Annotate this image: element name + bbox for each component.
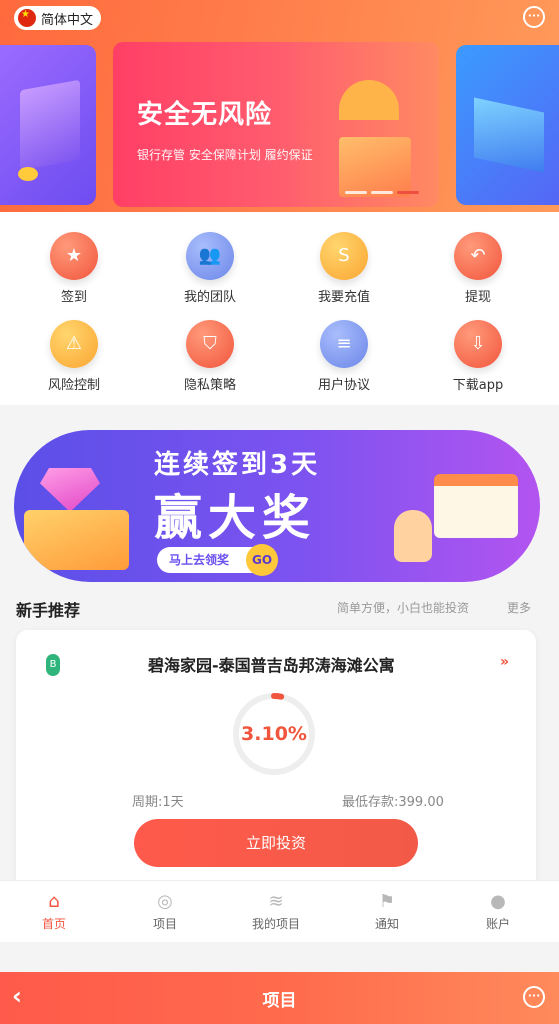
grid-glyph: ⇩ — [470, 333, 486, 354]
banner-slide-main[interactable]: 安全无风险 银行存管 安全保障计划 履约保证 — [113, 42, 439, 207]
grid-item-label: 风险控制 — [47, 378, 100, 393]
tab-user[interactable]: ● 账户 — [448, 891, 548, 932]
grid-item-label: 我要充值 — [317, 290, 370, 305]
carousel-dot-active[interactable] — [397, 191, 419, 194]
recharge-icon: S — [320, 232, 368, 280]
cube-illustration — [20, 79, 80, 171]
document-icon: ≡ — [320, 320, 368, 368]
grid-item-shield[interactable]: ⛉ 隐私策略 — [150, 320, 270, 393]
carousel-dot[interactable] — [345, 191, 367, 194]
coin-illustration — [18, 167, 38, 181]
grid-item-label: 我的团队 — [183, 290, 236, 305]
grid-glyph: S — [338, 245, 350, 266]
section-title: 新手推荐 — [16, 601, 81, 620]
bottom-tab-bar: ⌂ 首页 ◎ 项目 ≋ 我的项目 ⚑ 通知 ● 账户 — [0, 880, 559, 942]
rate-value: 3.10% — [241, 723, 307, 745]
tab-label: 我的项目 — [251, 917, 300, 931]
girl-illustration — [394, 510, 432, 562]
section-subtitle: 简单方便，小白也能投资 — [337, 601, 470, 615]
tab-label: 账户 — [485, 917, 510, 931]
safe-box-illustration — [339, 137, 411, 197]
grid-item-star-badge[interactable]: ★ 签到 — [14, 232, 134, 305]
product-card[interactable]: B 碧海家园-泰国普吉岛邦涛海滩公寓 » 3.10% 周期:1天 最低存款:39… — [16, 630, 536, 890]
grid-glyph: ↶ — [470, 245, 486, 266]
tab-label: 通知 — [374, 917, 399, 931]
app-bar: ‹ 项目 ··· — [0, 972, 559, 1024]
grid-item-label: 用户协议 — [317, 378, 370, 393]
star-badge-icon: ★ — [50, 232, 98, 280]
header-carousel: 简体中文 ··· 安全无风险 银行存管 安全保障计划 履约保证 — [0, 0, 559, 212]
quick-actions-grid: ★ 签到 👥 我的团队 S 我要充值 ↶ 提现 ⚠ 风险控制 ⛉ 隐私策略 ≡ 用户协议 ⇩ 下载app — [0, 212, 559, 405]
home-icon: ⌂ — [48, 891, 60, 912]
diamond-icon — [40, 468, 100, 512]
carousel-dots — [345, 191, 419, 194]
tab-coins-stack[interactable]: ≋ 我的项目 — [226, 891, 326, 932]
spacer — [0, 942, 559, 972]
umbrella-illustration — [339, 80, 399, 120]
coins-stack-icon: ≋ — [268, 891, 284, 912]
tab-flag[interactable]: ⚑ 通知 — [337, 891, 437, 932]
grid-glyph: ⛉ — [203, 333, 217, 354]
carousel-dot[interactable] — [371, 191, 393, 194]
banner-slide-prev[interactable] — [0, 45, 96, 205]
tab-label: 首页 — [41, 917, 66, 931]
grid-glyph: ★ — [65, 245, 83, 266]
product-badge-icon: B — [46, 654, 60, 676]
banner-slide-next[interactable] — [456, 45, 559, 205]
grid-item-warning[interactable]: ⚠ 风险控制 — [14, 320, 134, 393]
rate-progress-ring: 3.10% — [230, 690, 318, 778]
grid-item-label: 签到 — [60, 290, 87, 305]
double-chevron-right-icon[interactable]: » — [500, 654, 509, 670]
project-icon: ◎ — [157, 891, 173, 912]
chat-bubble-icon[interactable]: ··· — [523, 6, 545, 28]
promo-line1: 连续签到3天 — [154, 450, 321, 480]
blocks-illustration — [474, 97, 544, 173]
grid-glyph: ≡ — [336, 333, 352, 354]
banner-subtitle: 银行存管 安全保障计划 履约保证 — [137, 148, 313, 162]
language-label: 简体中文 — [41, 12, 94, 28]
tab-home[interactable]: ⌂ 首页 — [4, 891, 104, 932]
grid-item-label: 下载app — [452, 378, 504, 393]
withdraw-icon: ↶ — [454, 232, 502, 280]
app-bar-title: 项目 — [262, 991, 297, 1011]
warning-icon: ⚠ — [50, 320, 98, 368]
grid-item-cloud-download[interactable]: ⇩ 下载app — [418, 320, 538, 393]
page: 简体中文 ··· 安全无风险 银行存管 安全保障计划 履约保证 ★ 签到 👥 我的团队… — [0, 0, 559, 1024]
grid-glyph: ⚠ — [65, 333, 83, 354]
grid-item-team[interactable]: 👥 我的团队 — [150, 232, 270, 305]
tab-label: 项目 — [152, 917, 177, 931]
language-selector[interactable]: 简体中文 — [14, 6, 102, 30]
tab-project[interactable]: ◎ 项目 — [115, 891, 215, 932]
grid-item-withdraw[interactable]: ↶ 提现 — [418, 232, 538, 305]
product-min-deposit: 最低存款:399.00 — [342, 795, 444, 810]
product-name: 碧海家园-泰国普吉岛邦涛海滩公寓 — [148, 656, 395, 675]
promo-line2: 赢大奖 — [154, 490, 317, 546]
go-button[interactable]: GO — [246, 544, 278, 576]
invest-now-button[interactable]: 立即投资 — [134, 819, 418, 867]
cloud-download-icon: ⇩ — [454, 320, 502, 368]
more-link[interactable]: 更多 — [507, 599, 531, 616]
flag-icon: ⚑ — [378, 891, 396, 912]
shield-icon: ⛉ — [186, 320, 234, 368]
product-period: 周期:1天 — [132, 795, 184, 810]
gift-box-icon — [24, 510, 129, 570]
grid-item-label: 提现 — [464, 290, 491, 305]
china-flag-icon — [18, 9, 36, 27]
signin-promo-banner[interactable]: 连续签到3天 赢大奖 马上去领奖 GO — [14, 430, 540, 582]
grid-glyph: 👥 — [198, 245, 222, 266]
calendar-icon — [434, 474, 518, 538]
team-icon: 👥 — [186, 232, 234, 280]
user-icon: ● — [490, 891, 506, 912]
banner-title: 安全无风险 — [137, 100, 273, 130]
grid-item-label: 隐私策略 — [183, 378, 236, 393]
chat-bubble-icon[interactable]: ··· — [523, 986, 545, 1008]
grid-item-recharge[interactable]: S 我要充值 — [284, 232, 404, 305]
grid-item-document[interactable]: ≡ 用户协议 — [284, 320, 404, 393]
